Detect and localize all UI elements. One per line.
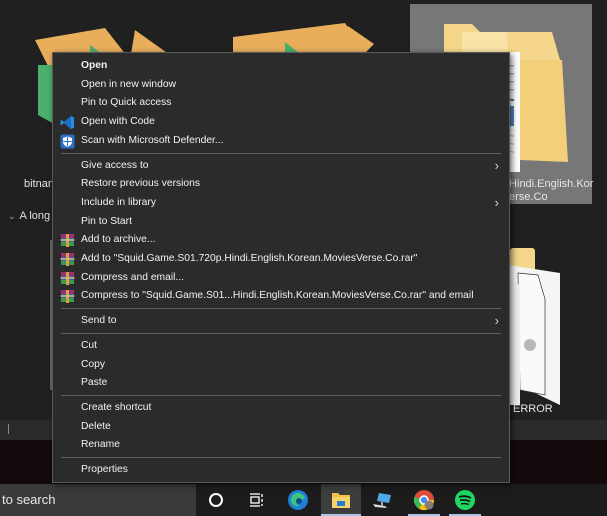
file-label-line2: /erse.Co — [506, 191, 548, 203]
group-header[interactable]: ⌄ A long — [8, 210, 50, 222]
menu-item-add-to-archive[interactable]: Add to archive... — [53, 231, 509, 250]
menu-item-cut[interactable]: Cut — [53, 337, 509, 356]
context-menu: Open Open in new window Pin to Quick acces… — [52, 52, 510, 483]
menu-item-pin-to-quick-access[interactable]: Pin to Quick access — [53, 94, 509, 113]
menu-item-open-in-new-window[interactable]: Open in new window — [53, 76, 509, 95]
cortana-button[interactable] — [196, 484, 236, 516]
status-divider — [8, 424, 9, 434]
spotify-icon — [455, 490, 475, 510]
winrar-icon — [60, 289, 75, 304]
menu-item-paste[interactable]: Paste — [53, 374, 509, 393]
menu-item-create-shortcut[interactable]: Create shortcut — [53, 399, 509, 418]
winrar-icon — [60, 233, 75, 248]
menu-item-label: Paste — [81, 377, 108, 389]
menu-item-scan-with-microsoft-defender[interactable]: Scan with Microsoft Defender... — [53, 132, 509, 151]
menu-item-open-with-code[interactable]: Open with Code — [53, 113, 509, 132]
winrar-icon — [60, 271, 75, 286]
taskbar: to search — [0, 484, 607, 516]
menu-item-label: Give access to — [81, 159, 149, 171]
cortana-circle-icon — [209, 493, 223, 507]
defender-shield-icon — [60, 134, 75, 149]
menu-item-label: Compress to "Squid.Game.S01...Hindi.Engl… — [81, 290, 474, 302]
search-placeholder: to search — [2, 492, 56, 507]
menu-item-label: Add to "Squid.Game.S01.720p.Hindi.Englis… — [81, 253, 418, 264]
menu-item-label: Open in new window — [81, 78, 177, 90]
menu-item-label: Copy — [81, 358, 106, 370]
computer-icon — [373, 493, 391, 508]
menu-separator — [61, 457, 501, 458]
menu-item-add-to-squid-game-s01-720p-hindi-english[interactable]: Add to "Squid.Game.S01.720p.Hindi.Englis… — [53, 250, 509, 269]
this-pc-button[interactable] — [362, 484, 402, 516]
menu-item-include-in-library[interactable]: Include in library › — [53, 194, 509, 213]
menu-item-label: Cut — [81, 339, 98, 351]
menu-item-open[interactable]: Open — [53, 57, 509, 76]
chevron-right-icon: › — [494, 157, 499, 173]
menu-item-restore-previous-versions[interactable]: Restore previous versions — [53, 175, 509, 194]
menu-item-label: Add to archive... — [81, 234, 156, 246]
menu-item-compress-to-squid-game-s01-hindi-english[interactable]: Compress to "Squid.Game.S01...Hindi.Engl… — [53, 287, 509, 306]
chevron-right-icon: › — [494, 194, 499, 210]
vscode-icon — [60, 115, 75, 130]
menu-item-pin-to-start[interactable]: Pin to Start — [53, 213, 509, 232]
menu-item-copy[interactable]: Copy — [53, 356, 509, 375]
chrome-icon — [413, 490, 435, 511]
edge-button[interactable] — [278, 484, 318, 516]
menu-item-compress-and-email[interactable]: Compress and email... — [53, 269, 509, 288]
menu-item-label: Open with Code — [81, 116, 155, 128]
menu-item-label: Rename — [81, 439, 120, 451]
file-label: .Hindi.English.Kor — [506, 178, 594, 190]
menu-item-label: Delete — [81, 420, 111, 432]
menu-item-label: Compress and email... — [81, 271, 185, 283]
task-view-icon — [250, 493, 263, 507]
winrar-icon — [60, 252, 75, 267]
group-header-label: A long — [19, 210, 51, 222]
taskbar-search-box[interactable]: to search — [0, 484, 196, 516]
menu-item-give-access-to[interactable]: Give access to › — [53, 157, 509, 176]
menu-item-label: Create shortcut — [81, 401, 152, 413]
chevron-down-icon: ⌄ — [8, 211, 16, 221]
menu-item-label: Send to — [81, 315, 117, 327]
menu-item-label: Pin to Start — [81, 215, 132, 227]
menu-separator — [61, 152, 501, 154]
file-label[interactable]: ERROR — [513, 403, 553, 415]
task-view-button[interactable] — [236, 484, 276, 516]
menu-separator — [61, 394, 501, 396]
edge-icon — [288, 490, 308, 510]
menu-item-delete[interactable]: Delete — [53, 418, 509, 437]
menu-item-label: Scan with Microsoft Defender... — [81, 134, 224, 146]
file-explorer-button[interactable] — [321, 484, 361, 516]
menu-item-label: Include in library — [81, 196, 156, 208]
menu-item-send-to[interactable]: Send to › — [53, 312, 509, 331]
menu-item-label: Properties — [81, 464, 128, 475]
chrome-button[interactable] — [404, 484, 444, 516]
menu-item-label: Restore previous versions — [81, 178, 201, 190]
chevron-right-icon: › — [494, 313, 499, 329]
menu-item-rename[interactable]: Rename — [53, 436, 509, 455]
file-explorer-icon — [332, 493, 350, 508]
spotify-button[interactable] — [445, 484, 485, 516]
menu-item-label: Pin to Quick access — [81, 97, 172, 109]
menu-item-label: Open — [81, 60, 108, 71]
folder-with-files-icon[interactable] — [508, 245, 568, 410]
menu-separator — [61, 332, 501, 334]
menu-item-properties[interactable]: Properties — [53, 461, 509, 480]
menu-separator — [61, 308, 501, 310]
